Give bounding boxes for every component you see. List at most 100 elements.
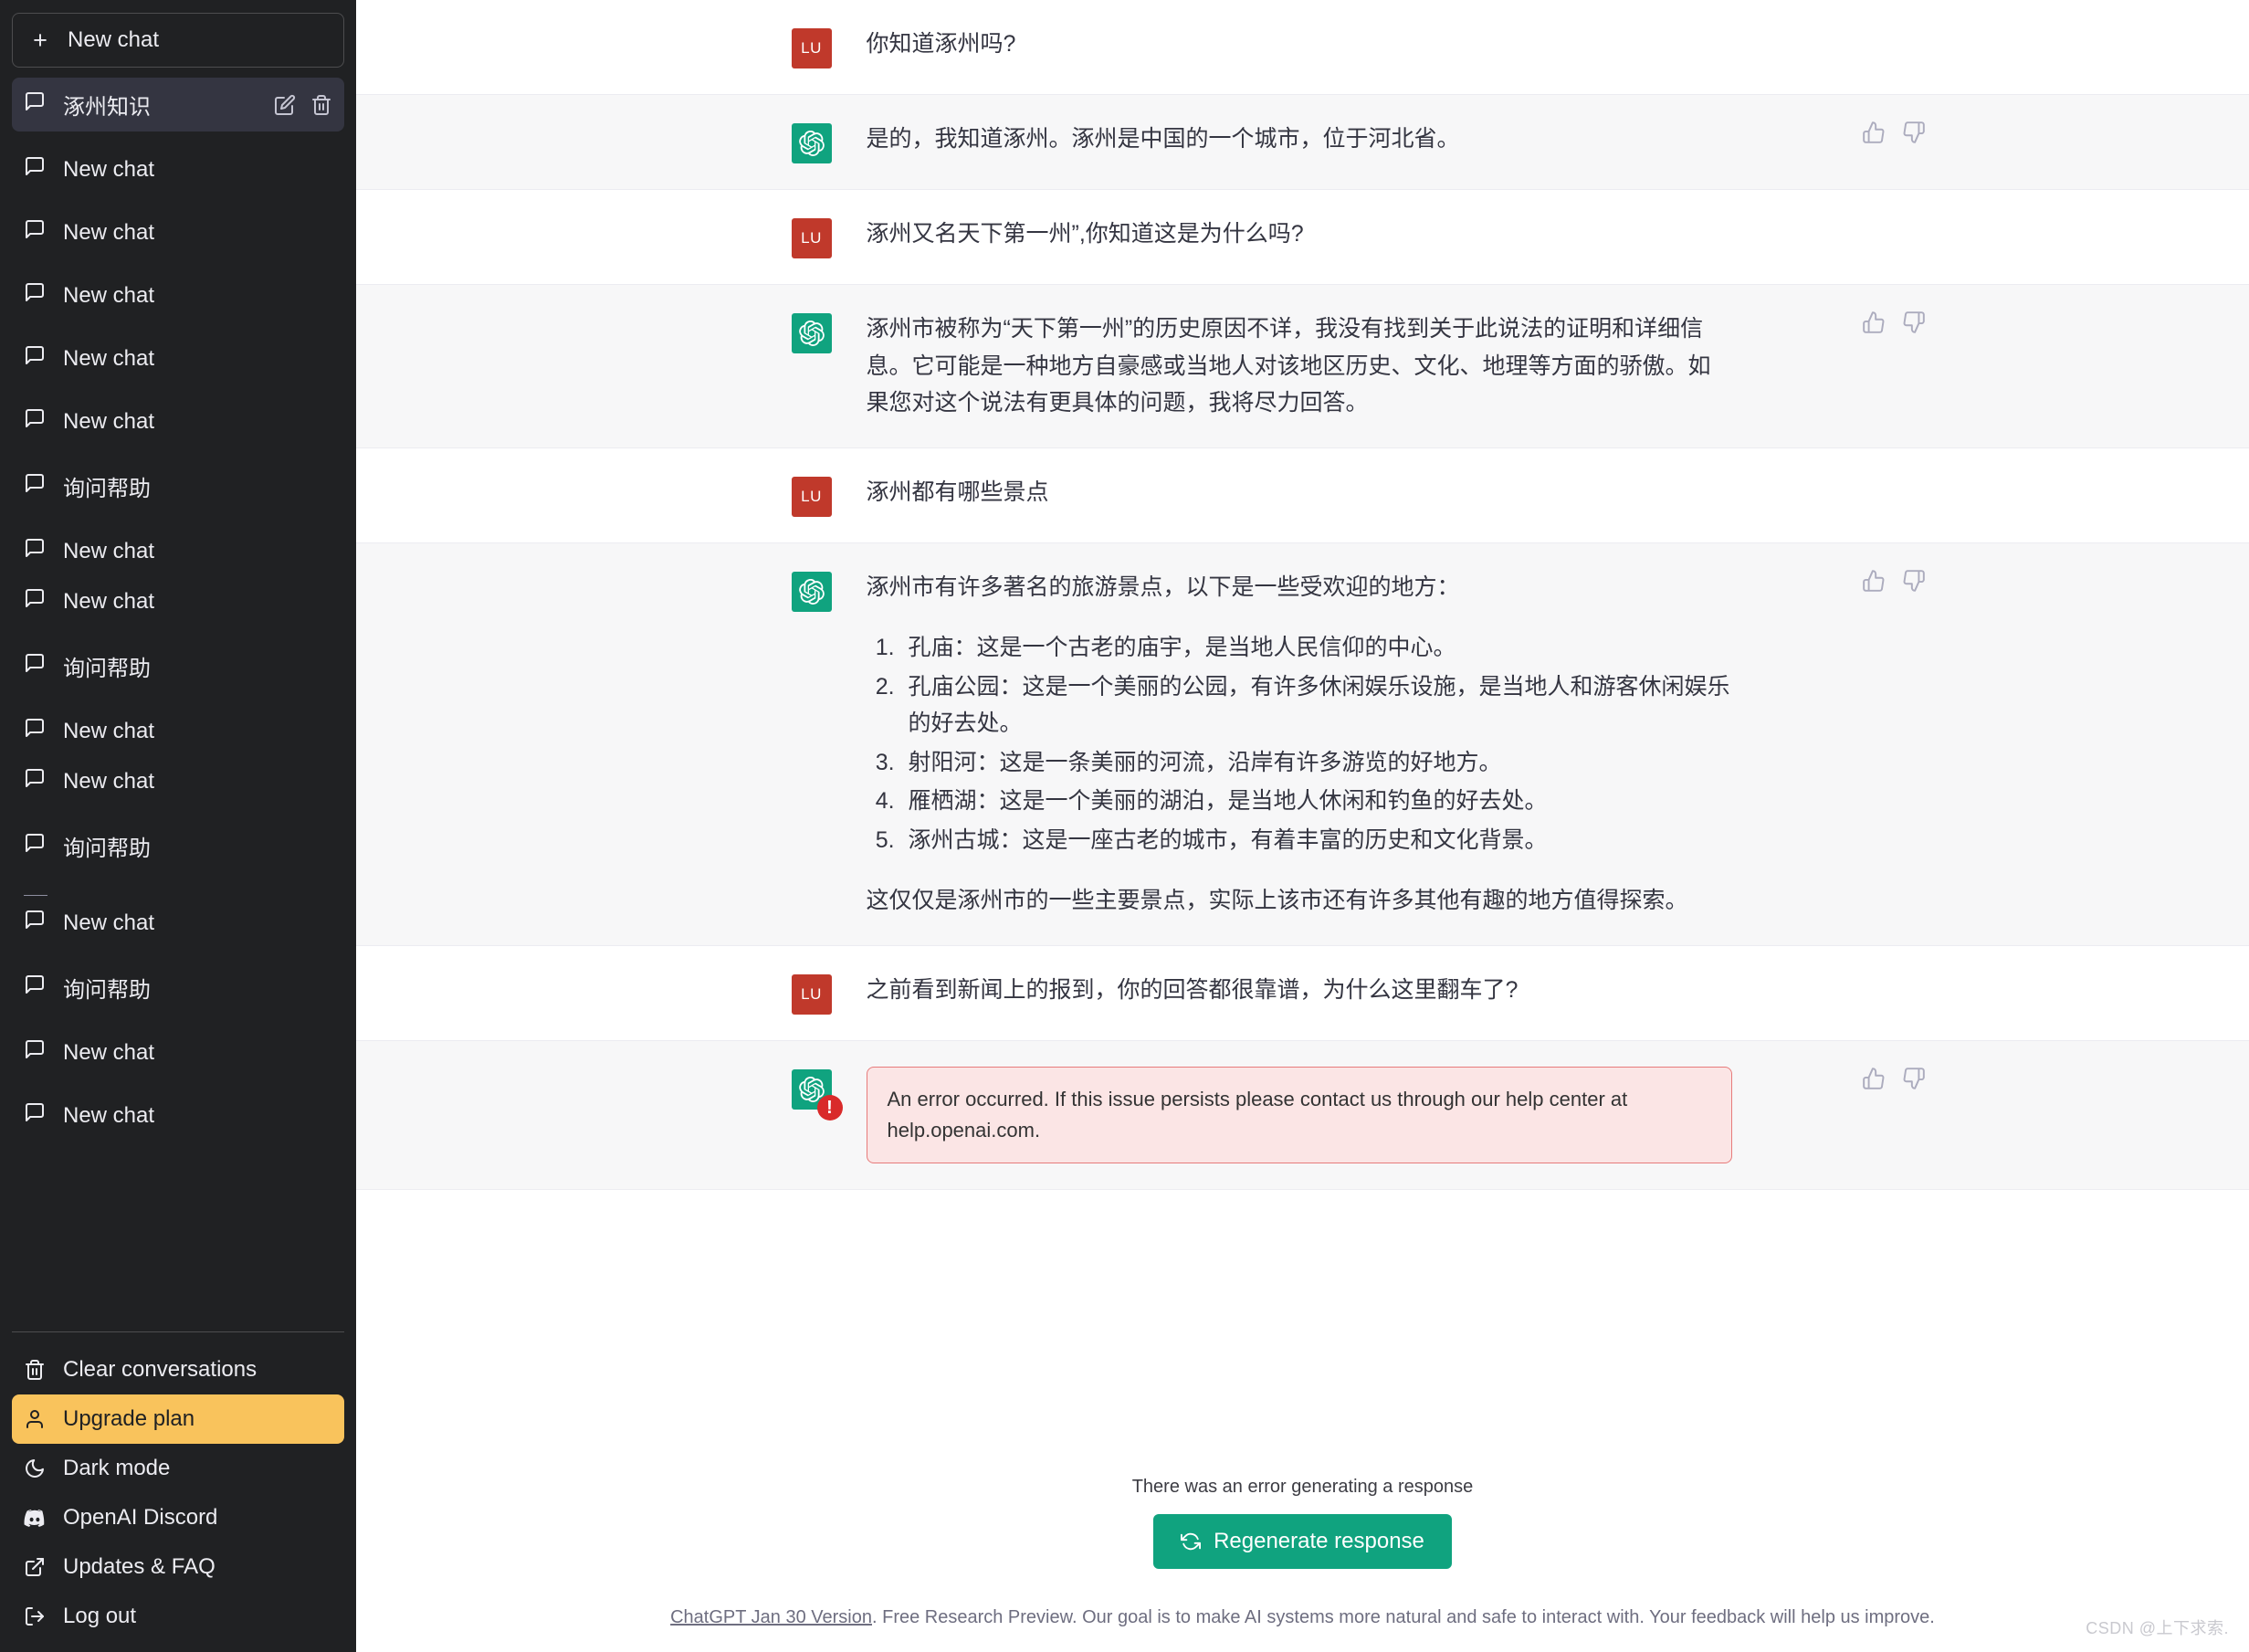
conversation-item[interactable]: New chat bbox=[12, 333, 344, 384]
menu-item-label: Dark mode bbox=[63, 1456, 171, 1480]
new-chat-label: New chat bbox=[68, 27, 160, 52]
menu-item-updates-faq[interactable]: Updates & FAQ bbox=[12, 1542, 344, 1592]
conversation-title: New chat bbox=[63, 156, 155, 182]
avatar-initials: LU bbox=[801, 984, 822, 1003]
menu-item-openai-discord[interactable]: OpenAI Discord bbox=[12, 1493, 344, 1542]
thumbs-up-icon[interactable] bbox=[1862, 310, 1886, 334]
message-inner: 是的，我知道涿州。涿州是中国的一个城市，位于河北省。 bbox=[791, 95, 1925, 189]
chat-icon bbox=[24, 973, 46, 1002]
feedback-controls bbox=[1862, 310, 1926, 334]
chat-icon bbox=[24, 155, 46, 184]
conversation-item[interactable]: 询问帮助 bbox=[12, 639, 344, 693]
chat-icon bbox=[24, 832, 46, 860]
avatar-initials: LU bbox=[801, 487, 822, 505]
conversation-item[interactable]: New chat bbox=[12, 144, 344, 195]
menu-item-label: Updates & FAQ bbox=[63, 1554, 215, 1579]
conversation-item[interactable]: 询问帮助 bbox=[12, 459, 344, 513]
message-inner: LU 涿州都有哪些景点 bbox=[791, 448, 1814, 542]
message-inner: 涿州市被称为“天下第一州”的历史原因不详，我没有找到关于此说法的证明和详细信息。… bbox=[791, 285, 1925, 447]
message-body: 涿州都有哪些景点 bbox=[867, 474, 1814, 517]
plus-icon: + bbox=[33, 26, 47, 54]
conversation-item[interactable]: 询问帮助 bbox=[12, 961, 344, 1015]
chat-icon bbox=[24, 281, 46, 310]
chat-icon bbox=[24, 1101, 46, 1130]
thumbs-down-icon[interactable] bbox=[1902, 121, 1926, 144]
conversation-title: New chat bbox=[63, 768, 155, 794]
conversation-item[interactable]: New chat bbox=[12, 526, 344, 576]
message-body: 涿州市有许多著名的旅游景点，以下是一些受欢迎的地方： 孔庙：这是一个古老的庙宇，是… bbox=[867, 569, 1814, 920]
conversation-title: New chat bbox=[63, 282, 155, 308]
refresh-icon bbox=[1181, 1531, 1202, 1552]
version-link[interactable]: ChatGPT Jan 30 Version bbox=[670, 1607, 872, 1627]
conversation-title: 询问帮助 bbox=[63, 477, 151, 501]
assistant-message-row: 涿州市被称为“天下第一州”的历史原因不详，我没有找到关于此说法的证明和详细信息。… bbox=[356, 285, 2249, 448]
message-paragraph: 你知道涿州吗? bbox=[866, 31, 1016, 57]
user-icon bbox=[24, 1408, 46, 1430]
conversation-item[interactable]: New chat bbox=[12, 576, 344, 626]
conversation-item[interactable]: 询问帮助 bbox=[12, 819, 344, 873]
conversation-item[interactable]: New chat bbox=[12, 756, 344, 806]
thumbs-up-icon[interactable] bbox=[1862, 1067, 1886, 1090]
conversation-title: New chat bbox=[63, 538, 155, 563]
conversation-item[interactable]: New chat bbox=[12, 706, 344, 756]
chat-thread: LU 你知道涿州吗? 是的，我知道涿州。涿州是中国的一个城市，位于河北省。 LU 涿州又… bbox=[356, 0, 2249, 1442]
message-paragraph: 涿州都有哪些景点 bbox=[866, 479, 1049, 505]
thumbs-down-icon[interactable] bbox=[1902, 569, 1926, 593]
menu-item-clear-conversations[interactable]: Clear conversations bbox=[12, 1345, 344, 1394]
chat-icon bbox=[24, 344, 46, 373]
message-body: 你知道涿州吗? bbox=[867, 26, 1814, 68]
message-body: 之前看到新闻上的报到，你的回答都很靠谱，为什么这里翻车了? bbox=[867, 972, 1814, 1015]
conversation-title: 询问帮助 bbox=[63, 657, 151, 681]
assistant-avatar bbox=[791, 123, 832, 163]
conversation-item[interactable]: New chat bbox=[12, 1090, 344, 1141]
conversation-item-active[interactable]: 涿州知识 bbox=[12, 78, 344, 132]
conversation-item[interactable]: New chat bbox=[12, 270, 344, 321]
conversation-item[interactable]: New chat bbox=[12, 1027, 344, 1078]
user-avatar: LU bbox=[791, 28, 832, 68]
chat-icon bbox=[24, 909, 46, 937]
message-body: 涿州又名天下第一州”,你知道这是为什么吗? bbox=[867, 216, 1814, 258]
assistant-avatar bbox=[791, 313, 832, 353]
thumbs-down-icon[interactable] bbox=[1902, 310, 1926, 334]
user-avatar: LU bbox=[791, 476, 832, 517]
feedback-controls bbox=[1862, 569, 1926, 593]
thumbs-up-icon[interactable] bbox=[1862, 121, 1886, 144]
thumbs-up-icon[interactable] bbox=[1862, 569, 1886, 593]
edit-icon[interactable] bbox=[274, 94, 296, 116]
conversation-item[interactable]: New chat bbox=[12, 396, 344, 447]
error-message-box: An error occurred. If this issue persist… bbox=[866, 1066, 1732, 1163]
chat-icon bbox=[24, 218, 46, 247]
conversation-item[interactable]: New chat bbox=[12, 207, 344, 258]
conversation-list[interactable]: 涿州知识 New chat New chat New chat New chat New … bbox=[12, 78, 344, 1331]
delete-icon[interactable] bbox=[310, 94, 332, 116]
conversation-item[interactable]: New chat bbox=[12, 898, 344, 948]
list-item: 孔庙：这是一个古老的庙宇，是当地人民信仰的中心。 bbox=[901, 629, 1732, 667]
regenerate-response-button[interactable]: Regenerate response bbox=[1153, 1514, 1452, 1569]
thumbs-down-icon[interactable] bbox=[1902, 1067, 1926, 1090]
list-divider bbox=[24, 895, 47, 896]
message-paragraph: 涿州又名天下第一州”,你知道这是为什么吗? bbox=[866, 221, 1304, 247]
menu-item-label: Clear conversations bbox=[63, 1357, 257, 1382]
menu-item-log-out[interactable]: Log out bbox=[12, 1592, 344, 1641]
user-message-row: LU 你知道涿州吗? bbox=[356, 0, 2249, 95]
chat-icon bbox=[24, 587, 46, 616]
avatar-initials: LU bbox=[801, 229, 822, 247]
user-avatar: LU bbox=[791, 973, 832, 1015]
menu-item-upgrade-plan[interactable]: Upgrade plan bbox=[12, 1394, 344, 1444]
conversation-title: 涿州知识 bbox=[63, 95, 151, 120]
trash-icon bbox=[24, 1359, 46, 1381]
chat-icon bbox=[24, 537, 46, 565]
chat-icon bbox=[24, 767, 46, 795]
new-chat-button[interactable]: + New chat bbox=[12, 13, 344, 68]
conversation-title: New chat bbox=[63, 588, 155, 614]
user-message-row: LU 涿州都有哪些景点 bbox=[356, 447, 2249, 543]
menu-item-label: OpenAI Discord bbox=[63, 1505, 218, 1530]
menu-item-dark-mode[interactable]: Dark mode bbox=[12, 1444, 344, 1493]
